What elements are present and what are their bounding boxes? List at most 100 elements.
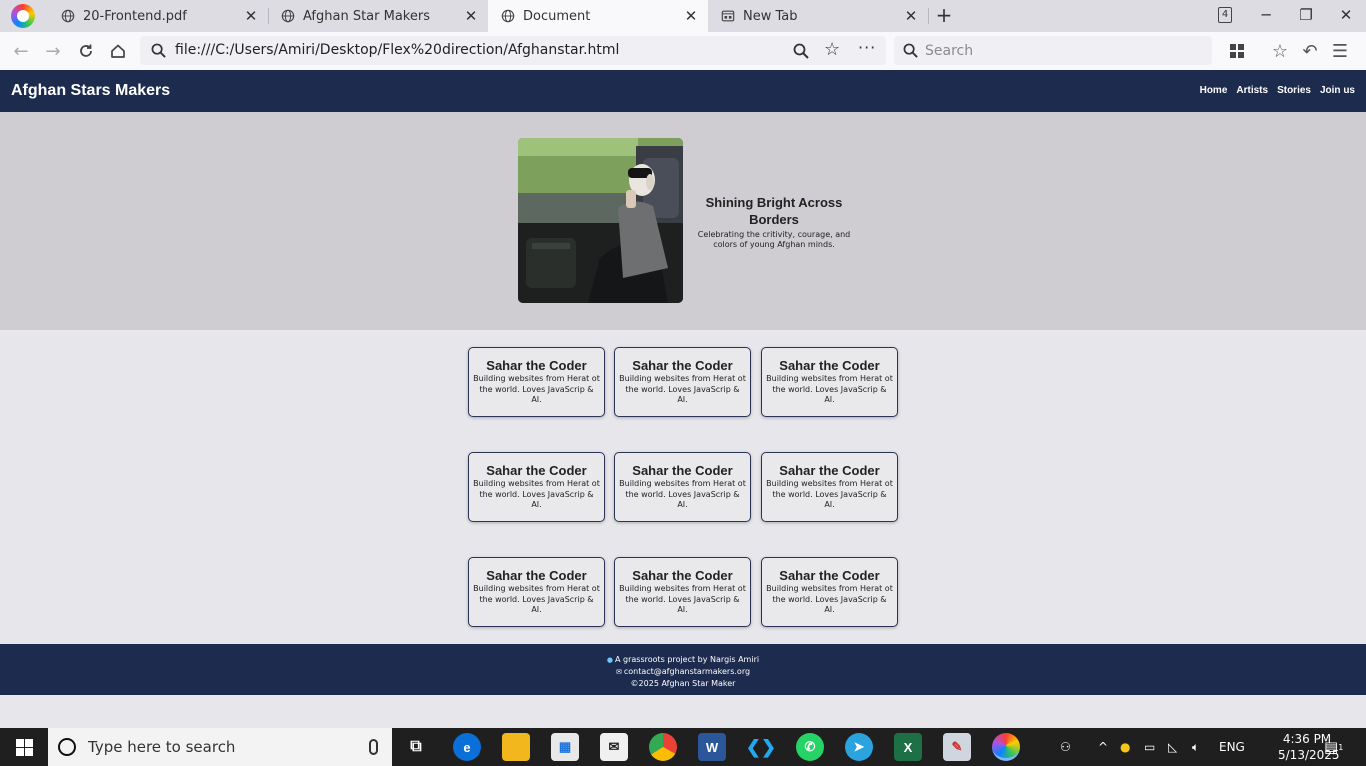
card-title: Sahar the Coder	[632, 358, 733, 373]
paint-icon[interactable]: ✎	[943, 733, 971, 761]
taskbar-search-input[interactable]	[88, 738, 358, 756]
browser-logo-icon[interactable]	[11, 4, 35, 28]
telegram-icon[interactable]: ➤	[845, 733, 873, 761]
tab-divider	[928, 8, 929, 24]
artist-card[interactable]: Sahar the Coder Building websites from H…	[468, 452, 605, 522]
microphone-icon[interactable]	[369, 739, 378, 755]
whatsapp-icon[interactable]: ✆	[796, 733, 824, 761]
nav-link-stories[interactable]: Stories	[1277, 85, 1311, 96]
card-description: Building websites from Herat ot the worl…	[619, 584, 746, 614]
new-tab-button[interactable]: +	[933, 5, 955, 27]
tab-title: New Tab	[743, 8, 798, 24]
home-icon[interactable]	[107, 40, 129, 62]
footer-contact: ✉ contact@afghanstarmakers.org	[0, 666, 1366, 678]
tab-document[interactable]: Document ✕	[488, 0, 708, 32]
more-options-icon[interactable]: ···	[858, 38, 876, 57]
hero-photo	[518, 138, 683, 303]
nav-link-join-us[interactable]: Join us	[1320, 85, 1355, 96]
excel-icon[interactable]: X	[894, 733, 922, 761]
nav-link-home[interactable]: Home	[1200, 85, 1228, 96]
site-brand[interactable]: Afghan Stars Makers	[11, 82, 170, 100]
artist-card[interactable]: Sahar the Coder Building websites from H…	[614, 452, 751, 522]
windows-logo-icon	[15, 738, 33, 756]
search-input[interactable]	[925, 40, 1195, 61]
card-title: Sahar the Coder	[486, 463, 587, 478]
undo-icon[interactable]: ↶	[1299, 40, 1321, 62]
tray-expand-icon[interactable]: ^	[1098, 728, 1108, 766]
browser-tab-strip: 20-Frontend.pdf ✕ Afghan Star Makers ✕ D…	[0, 0, 1366, 32]
battery-icon[interactable]: ▭	[1144, 728, 1155, 766]
language-indicator[interactable]: ENG	[1219, 728, 1245, 766]
card-description: Building websites from Herat ot the worl…	[473, 374, 600, 404]
hero-text: Shining Bright Across Borders Celebratin…	[696, 194, 852, 250]
vscode-icon[interactable]: ❮❯	[746, 733, 776, 761]
close-window-icon[interactable]: ✕	[1334, 4, 1358, 26]
close-tab-icon[interactable]: ✕	[460, 5, 482, 27]
mail-icon[interactable]: ✉	[600, 733, 628, 761]
start-button[interactable]	[0, 728, 48, 766]
task-view-icon[interactable]: ⧉	[402, 733, 430, 761]
globe-icon	[61, 9, 75, 23]
card-description: Building websites from Herat ot the worl…	[619, 479, 746, 509]
back-arrow-icon[interactable]: ←	[10, 40, 32, 62]
close-tab-icon[interactable]: ✕	[680, 5, 702, 27]
artist-card[interactable]: Sahar the Coder Building websites from H…	[614, 347, 751, 417]
store-icon[interactable]: ▦	[551, 733, 579, 761]
search-icon	[151, 43, 166, 58]
forward-arrow-icon[interactable]: →	[42, 40, 64, 62]
card-title: Sahar the Coder	[486, 358, 587, 373]
footer-email[interactable]: contact@afghanstarmakers.org	[624, 667, 750, 676]
artist-card[interactable]: Sahar the Coder Building websites from H…	[761, 557, 898, 627]
tab-frontend-pdf[interactable]: 20-Frontend.pdf ✕	[48, 0, 268, 32]
people-icon[interactable]: ⚇	[1060, 728, 1071, 766]
footer-credit-text: A grassroots project by Nargis Amiri	[615, 655, 760, 664]
artist-card[interactable]: Sahar the Coder Building websites from H…	[468, 557, 605, 627]
bookmark-star-icon[interactable]: ☆	[824, 39, 840, 60]
chrome-icon[interactable]	[649, 733, 677, 761]
artist-card[interactable]: Sahar the Coder Building websites from H…	[761, 347, 898, 417]
file-explorer-icon[interactable]	[502, 733, 530, 761]
artist-card[interactable]: Sahar the Coder Building websites from H…	[761, 452, 898, 522]
tab-new-tab[interactable]: New Tab ✕	[708, 0, 928, 32]
artist-card[interactable]: Sahar the Coder Building websites from H…	[468, 347, 605, 417]
cortana-icon	[58, 738, 76, 756]
reload-icon[interactable]	[75, 40, 97, 62]
network-icon[interactable]: ◺	[1168, 728, 1177, 766]
menu-icon[interactable]: ☰	[1329, 40, 1351, 62]
close-tab-icon[interactable]: ✕	[900, 5, 922, 27]
web-page: Afghan Stars Makers Home Artists Stories…	[0, 70, 1366, 728]
tab-title: Afghan Star Makers	[303, 8, 430, 24]
new-tab-page-icon	[721, 10, 735, 22]
edge-icon[interactable]: e	[453, 733, 481, 761]
search-bar[interactable]	[894, 36, 1212, 65]
card-title: Sahar the Coder	[632, 463, 733, 478]
site-nav: Home Artists Stories Join us	[1200, 85, 1355, 96]
tray-app-icon[interactable]: ●	[1120, 728, 1130, 766]
tab-count-badge[interactable]: 4	[1218, 7, 1232, 23]
site-header: Afghan Stars Makers Home Artists Stories…	[0, 70, 1366, 112]
card-description: Building websites from Herat ot the worl…	[766, 374, 893, 404]
minimize-icon[interactable]: ─	[1254, 4, 1278, 26]
browser-toolbar: ← → file:///C:/Users/Amiri/Desktop/Flex%…	[0, 32, 1366, 70]
tab-afghan-star-makers[interactable]: Afghan Star Makers ✕	[268, 0, 488, 32]
card-title: Sahar the Coder	[779, 568, 880, 583]
taskbar-search[interactable]	[48, 728, 392, 766]
word-icon[interactable]: W	[698, 733, 726, 761]
browser-taskbar-icon[interactable]	[992, 733, 1020, 761]
card-description: Building websites from Herat ot the worl…	[766, 479, 893, 509]
envelope-icon: ✉	[615, 668, 622, 676]
artist-card[interactable]: Sahar the Coder Building websites from H…	[614, 557, 751, 627]
zoom-icon[interactable]	[793, 43, 809, 59]
hero-section: Shining Bright Across Borders Celebratin…	[0, 112, 1366, 330]
volume-icon[interactable]: 🔈︎	[1192, 728, 1199, 766]
notifications-icon[interactable]: ▤ 1	[1324, 728, 1343, 766]
url-text[interactable]: file:///C:/Users/Amiri/Desktop/Flex%20di…	[175, 42, 619, 58]
close-tab-icon[interactable]: ✕	[240, 5, 262, 27]
search-icon	[903, 43, 918, 58]
address-bar[interactable]: file:///C:/Users/Amiri/Desktop/Flex%20di…	[140, 36, 886, 65]
favorites-icon[interactable]: ☆	[1269, 40, 1291, 62]
nav-link-artists[interactable]: Artists	[1236, 85, 1268, 96]
apps-grid-icon[interactable]	[1226, 40, 1248, 62]
restore-icon[interactable]: ❐	[1294, 4, 1318, 26]
card-title: Sahar the Coder	[486, 568, 587, 583]
